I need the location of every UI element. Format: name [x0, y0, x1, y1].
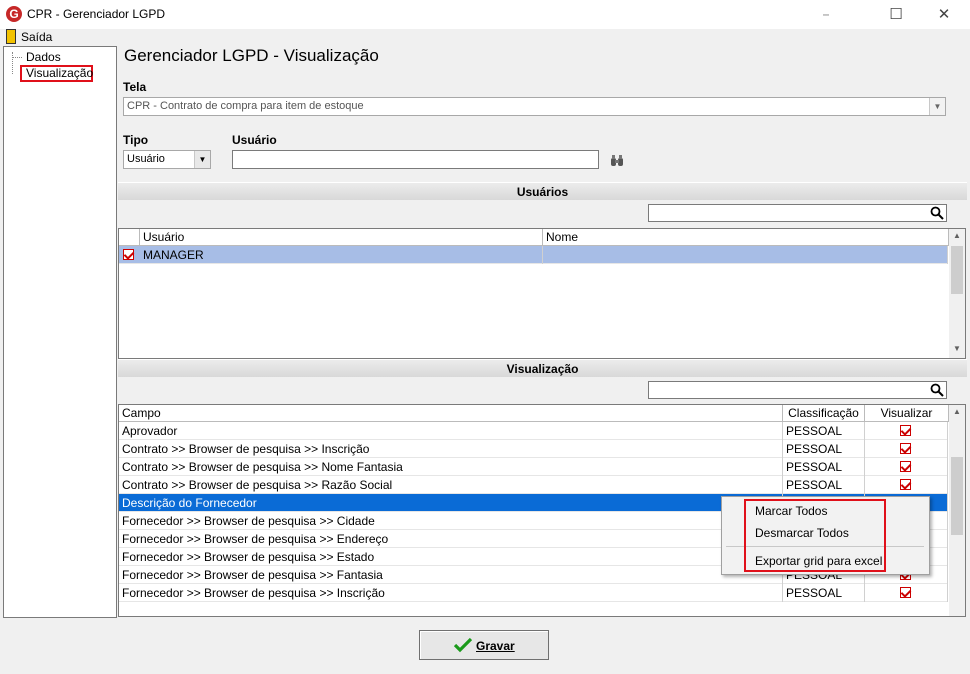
- maximize-button[interactable]: ☐: [873, 0, 919, 29]
- row-classificacao: PESSOAL: [783, 458, 865, 476]
- binoculars-icon[interactable]: [610, 155, 624, 170]
- visualizar-checkbox[interactable]: [900, 425, 911, 436]
- users-scrollbar[interactable]: ▲ ▼: [949, 229, 965, 358]
- scroll-thumb[interactable]: [951, 246, 963, 294]
- row-classificacao: PESSOAL: [783, 440, 865, 458]
- visualizar-checkbox[interactable]: [900, 479, 911, 490]
- page-title: Gerenciador LGPD - Visualização: [124, 46, 379, 65]
- row-campo: Descrição do Fornecedor: [119, 494, 783, 512]
- fields-search-input[interactable]: [648, 381, 947, 399]
- visualizacao-section-header: Visualização: [118, 359, 967, 377]
- menu-item-exit[interactable]: Saída: [21, 30, 52, 44]
- app-logo-icon: G: [6, 6, 22, 22]
- fields-col-campo[interactable]: Campo: [119, 405, 783, 422]
- scroll-down-icon[interactable]: ▼: [949, 344, 965, 353]
- tree-item-visualizacao[interactable]: Visualização: [20, 65, 93, 82]
- row-campo: Contrato >> Browser de pesquisa >> Razão…: [119, 476, 783, 494]
- table-row[interactable]: MANAGER: [119, 246, 948, 264]
- tree-connector: [12, 52, 13, 74]
- row-campo: Aprovador: [119, 422, 783, 440]
- row-campo: Fornecedor >> Browser de pesquisa >> End…: [119, 530, 783, 548]
- users-grid-header-check: [119, 229, 140, 246]
- fields-grid-header: Campo Classificação Visualizar: [119, 405, 949, 422]
- row-classificacao: PESSOAL: [783, 422, 865, 440]
- fields-scrollbar[interactable]: ▲: [949, 405, 965, 616]
- row-visualizar: [865, 422, 948, 440]
- table-row[interactable]: Contrato >> Browser de pesquisa >> Razão…: [119, 476, 948, 494]
- tipo-select-value: Usuário: [127, 153, 165, 165]
- row-visualizar: [865, 476, 948, 494]
- row-checkbox[interactable]: [123, 249, 134, 260]
- users-section-header: Usuários: [118, 182, 967, 200]
- row-usuario: MANAGER: [140, 246, 543, 264]
- users-search-input[interactable]: [648, 204, 947, 222]
- row-visualizar: [865, 584, 948, 602]
- table-row[interactable]: Contrato >> Browser de pesquisa >> Nome …: [119, 458, 948, 476]
- chevron-down-icon[interactable]: ▼: [194, 151, 210, 168]
- tipo-select[interactable]: Usuário ▼: [123, 150, 211, 169]
- close-button[interactable]: ✕: [921, 0, 967, 29]
- row-campo: Contrato >> Browser de pesquisa >> Inscr…: [119, 440, 783, 458]
- annotation-highlight: [744, 499, 886, 572]
- users-col-usuario[interactable]: Usuário: [140, 229, 543, 246]
- table-row[interactable]: Aprovador PESSOAL: [119, 422, 948, 440]
- row-campo: Contrato >> Browser de pesquisa >> Nome …: [119, 458, 783, 476]
- window-title: CPR - Gerenciador LGPD: [27, 7, 166, 21]
- menu-bar: [0, 29, 970, 46]
- tree-connector: [12, 57, 22, 58]
- visualizar-checkbox[interactable]: [900, 587, 911, 598]
- row-campo: Fornecedor >> Browser de pesquisa >> Cid…: [119, 512, 783, 530]
- row-classificacao: PESSOAL: [783, 476, 865, 494]
- row-campo: Fornecedor >> Browser de pesquisa >> Fan…: [119, 566, 783, 584]
- tela-label: Tela: [123, 80, 147, 94]
- navigation-tree: [3, 46, 117, 618]
- fields-col-classificacao[interactable]: Classificação: [783, 405, 865, 422]
- scroll-thumb[interactable]: [951, 457, 963, 535]
- visualizar-checkbox[interactable]: [900, 461, 911, 472]
- minimize-button[interactable]: –: [803, 0, 849, 29]
- tela-select-value: CPR - Contrato de compra para item de es…: [127, 100, 364, 112]
- save-button-label: Gravar: [476, 639, 515, 653]
- checkmark-icon: [453, 637, 473, 656]
- users-grid: Usuário Nome MANAGER ▲ ▼: [118, 228, 966, 359]
- row-nome: [543, 246, 948, 264]
- row-campo: Fornecedor >> Browser de pesquisa >> Est…: [119, 548, 783, 566]
- chevron-down-icon[interactable]: ▼: [929, 98, 945, 115]
- usuario-label: Usuário: [232, 133, 277, 147]
- visualizar-checkbox[interactable]: [900, 443, 911, 454]
- search-icon[interactable]: [930, 383, 944, 397]
- tela-select[interactable]: CPR - Contrato de compra para item de es…: [123, 97, 946, 116]
- row-campo: Fornecedor >> Browser de pesquisa >> Ins…: [119, 584, 783, 602]
- fields-col-visualizar[interactable]: Visualizar: [865, 405, 949, 422]
- table-row[interactable]: Contrato >> Browser de pesquisa >> Inscr…: [119, 440, 948, 458]
- users-col-nome[interactable]: Nome: [543, 229, 949, 246]
- table-row[interactable]: Fornecedor >> Browser de pesquisa >> Ins…: [119, 584, 948, 602]
- scroll-up-icon[interactable]: ▲: [949, 231, 965, 240]
- tipo-label: Tipo: [123, 133, 149, 147]
- save-button[interactable]: Gravar: [419, 630, 549, 660]
- row-classificacao: PESSOAL: [783, 584, 865, 602]
- row-visualizar: [865, 440, 948, 458]
- tree-item-dados[interactable]: Dados: [26, 50, 61, 64]
- users-grid-header: Usuário Nome: [119, 229, 949, 246]
- usuario-input[interactable]: [232, 150, 599, 169]
- row-visualizar: [865, 458, 948, 476]
- exit-door-icon[interactable]: [6, 29, 16, 44]
- search-icon[interactable]: [930, 206, 944, 220]
- scroll-up-icon[interactable]: ▲: [949, 407, 965, 416]
